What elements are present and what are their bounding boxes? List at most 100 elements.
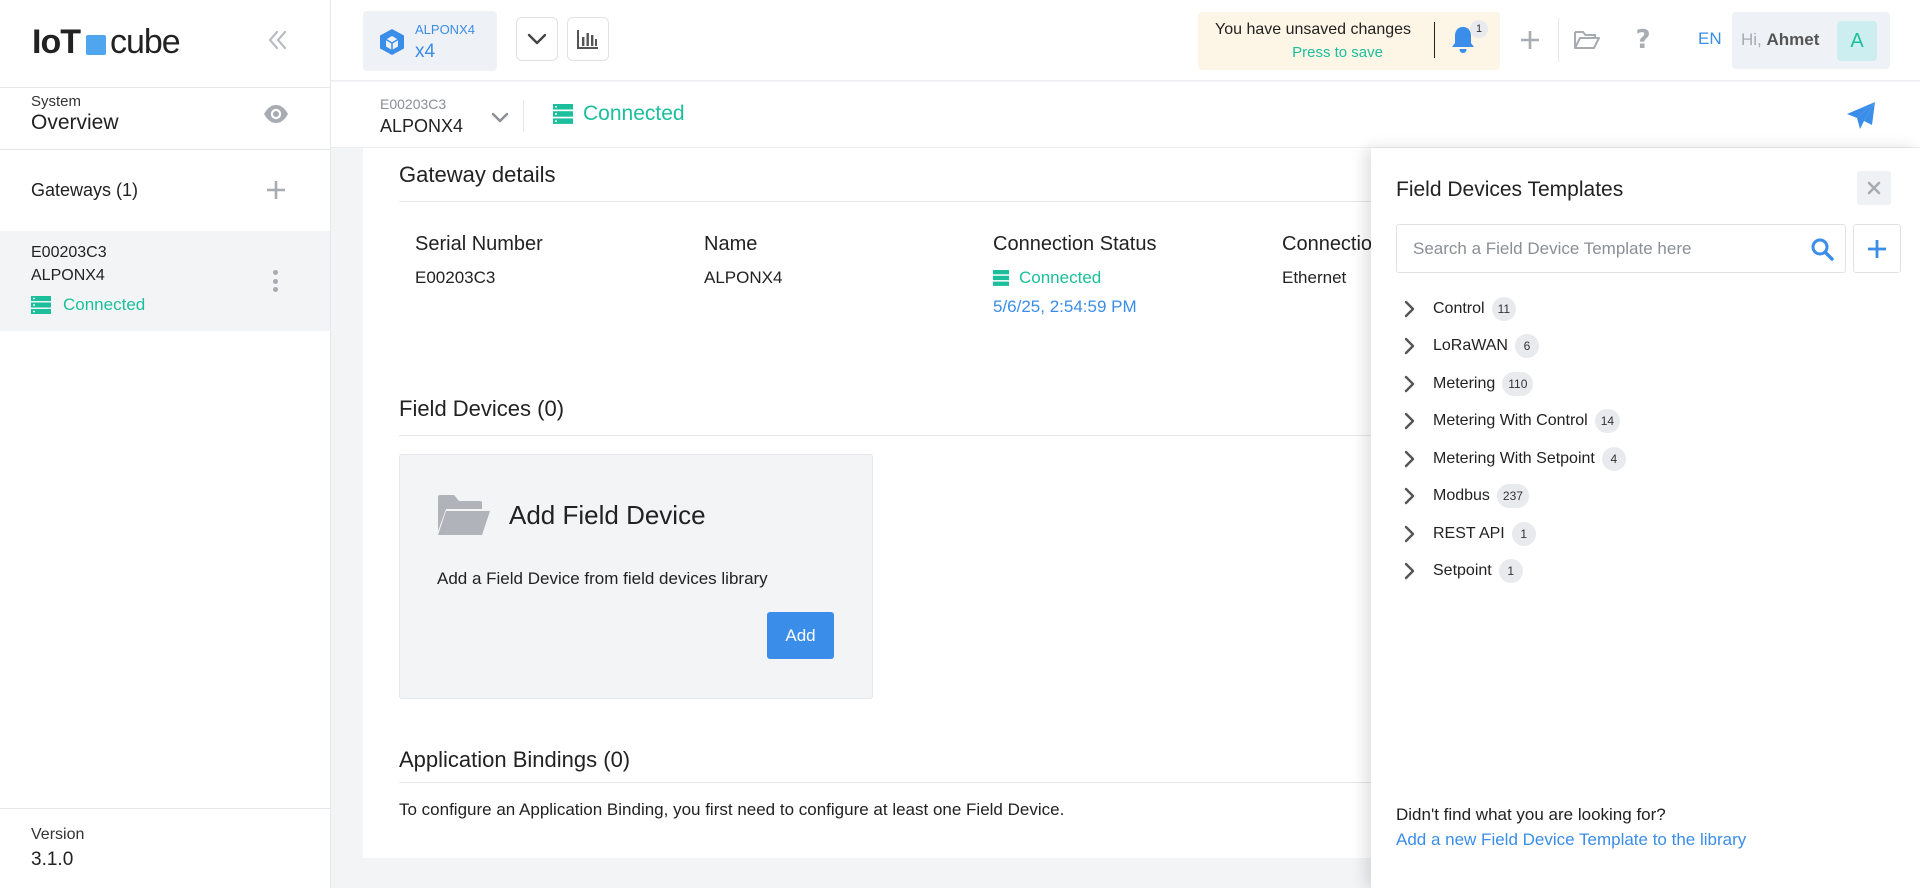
server-icon	[993, 270, 1009, 286]
application-bindings-title: Application Bindings (0)	[399, 747, 631, 772]
send-icon[interactable]	[1845, 100, 1877, 132]
divider	[1434, 22, 1435, 58]
template-category-lorawan[interactable]: LoRaWAN 6	[1396, 328, 1876, 366]
eye-icon[interactable]	[262, 102, 290, 126]
category-count-badge: 237	[1496, 484, 1529, 509]
folder-icon	[438, 495, 490, 535]
divider	[0, 808, 331, 809]
add-template-button[interactable]	[1853, 224, 1901, 273]
connection-status-header: Connection Status	[993, 233, 1157, 255]
add-field-device-card: Add Field Device Add a Field Device from…	[399, 454, 873, 699]
divider	[0, 149, 331, 150]
connection-status-value: Connected	[993, 268, 1101, 288]
category-count-badge: 4	[1601, 446, 1626, 471]
open-project-button[interactable]	[1571, 24, 1603, 56]
connection-header: Connectio	[1282, 233, 1373, 255]
gateway-list-item[interactable]: E00203C3 ALPONX4 Connected	[0, 231, 330, 331]
template-category-control[interactable]: Control 11	[1396, 290, 1876, 328]
device-selector-chip[interactable]: ALPONX4 x4	[363, 11, 497, 71]
chevron-right-icon[interactable]	[1396, 370, 1424, 398]
close-panel-button[interactable]	[1857, 171, 1891, 205]
category-count-badge: 110	[1502, 371, 1534, 396]
collapse-icon	[268, 30, 287, 50]
template-search	[1396, 224, 1846, 273]
overview-title[interactable]: Overview	[31, 111, 119, 135]
help-icon: ?	[1635, 25, 1651, 55]
gateway-details-card: Gateway details Serial Number E00203C3 N…	[363, 148, 1373, 858]
chevron-right-icon[interactable]	[1396, 407, 1424, 435]
category-label: Setpoint	[1433, 562, 1492, 580]
version-label: Version	[31, 826, 85, 843]
logo-square	[85, 35, 106, 55]
name-value: ALPONX4	[704, 268, 783, 287]
connection-status-time: 5/6/25, 2:54:59 PM	[993, 297, 1137, 316]
bar-chart-icon	[577, 30, 598, 49]
template-category-setpoint[interactable]: Setpoint 1	[1396, 553, 1876, 591]
add-template-link[interactable]: Add a new Field Device Template to the l…	[1396, 830, 1746, 850]
gateway-dropdown-button[interactable]	[485, 102, 515, 132]
template-search-input[interactable]	[1397, 225, 1797, 272]
add-gateway-button[interactable]	[262, 176, 290, 204]
add-field-device-desc: Add a Field Device from field devices li…	[437, 569, 768, 588]
divider	[0, 87, 331, 88]
template-category-metering-with-control[interactable]: Metering With Control 14	[1396, 403, 1876, 441]
category-count-badge: 11	[1491, 296, 1517, 321]
chevron-right-icon[interactable]	[1396, 482, 1424, 510]
user-menu[interactable]: Hi, Ahmet A	[1732, 12, 1890, 69]
gateway-bar-status: Connected	[553, 102, 685, 126]
not-found-text: Didn't find what you are looking for?	[1396, 805, 1666, 824]
category-label: Metering With Control	[1433, 412, 1588, 430]
category-count-badge: 6	[1514, 334, 1539, 359]
template-category-metering-with-setpoint[interactable]: Metering With Setpoint 4	[1396, 440, 1876, 478]
chevron-right-icon[interactable]	[1396, 520, 1424, 548]
gateway-name: ALPONX4	[31, 267, 105, 284]
category-label: LoRaWAN	[1433, 337, 1508, 355]
category-label: REST API	[1433, 524, 1505, 542]
logo-iot-text: IoT	[32, 22, 81, 61]
statistics-button[interactable]	[567, 17, 609, 61]
cube-icon	[380, 29, 404, 55]
gateway-bar-serial: E00203C3	[380, 96, 447, 112]
template-category-modbus[interactable]: Modbus 237	[1396, 478, 1876, 516]
user-greeting: Hi, Ahmet	[1741, 30, 1819, 50]
serial-number-value: E00203C3	[415, 268, 496, 287]
chevron-right-icon[interactable]	[1396, 557, 1424, 585]
device-count: x4	[415, 41, 436, 62]
add-field-device-title: Add Field Device	[509, 500, 706, 530]
gateway-status-text: Connected	[63, 295, 146, 314]
add-button[interactable]	[1514, 24, 1546, 56]
chevron-right-icon[interactable]	[1396, 445, 1424, 473]
divider	[399, 201, 1373, 202]
help-button[interactable]: ?	[1627, 24, 1659, 56]
plus-icon	[1868, 239, 1886, 258]
chevron-right-icon[interactable]	[1396, 295, 1424, 323]
collapse-sidebar-button[interactable]	[264, 26, 292, 54]
template-category-rest-api[interactable]: REST API 1	[1396, 515, 1876, 553]
connection-value: Ethernet	[1282, 268, 1347, 287]
logo[interactable]: IoT cube	[32, 22, 181, 61]
add-field-device-button[interactable]: Add	[767, 612, 834, 659]
category-label: Metering With Setpoint	[1433, 449, 1595, 467]
logo-cube-text: cube	[109, 22, 181, 61]
template-category-tree: Control 11 LoRaWAN 6 Metering 110 Meteri…	[1396, 290, 1876, 590]
kebab-icon[interactable]	[268, 267, 282, 295]
unsaved-message: You have unsaved changes	[1215, 21, 1412, 38]
top-bar: ALPONX4 x4 You have unsaved changes Pres…	[331, 0, 1920, 81]
server-icon	[31, 296, 51, 314]
template-category-metering[interactable]: Metering 110	[1396, 365, 1876, 403]
connection-status-text: Connected	[1019, 268, 1102, 287]
device-dropdown-button[interactable]	[516, 17, 558, 61]
notification-badge: 1	[1470, 20, 1488, 38]
serial-number-header: Serial Number	[415, 233, 543, 255]
gateway-details-title: Gateway details	[399, 162, 556, 187]
field-devices-title: Field Devices (0)	[399, 396, 565, 421]
chevron-right-icon[interactable]	[1396, 332, 1424, 360]
gateways-title: Gateways (1)	[31, 180, 139, 200]
sidebar: IoT cube System Overview Gateways (1) E0…	[0, 0, 331, 888]
search-icon[interactable]	[1810, 237, 1834, 261]
language-selector[interactable]: EN	[1698, 29, 1722, 49]
divider	[399, 782, 1373, 783]
gateway-serial: E00203C3	[31, 244, 107, 261]
divider	[1558, 18, 1559, 62]
press-to-save-link[interactable]: Press to save	[1292, 44, 1383, 61]
